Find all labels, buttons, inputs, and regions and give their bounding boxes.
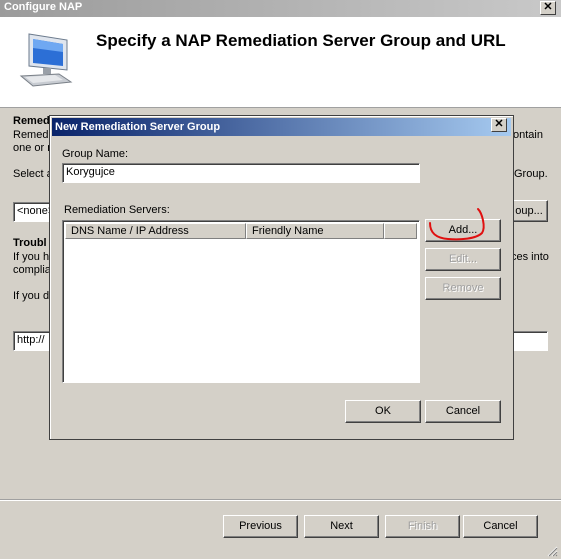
dialog-cancel-button[interactable]: Cancel <box>425 400 501 423</box>
section-heading-troubleshooting: Troubl <box>13 237 47 249</box>
resize-grip-icon[interactable] <box>546 545 558 557</box>
previous-button-label: Previous <box>239 520 282 532</box>
remove-button-label: Remove <box>442 282 484 294</box>
section-text-line: one or n <box>13 142 54 154</box>
section-text-line-tail: ces into <box>511 251 549 263</box>
edit-server-button[interactable]: Edit... <box>425 248 501 271</box>
annotation-circle-icon <box>424 205 488 245</box>
new-group-button-label: oup... <box>515 205 543 217</box>
monitor-icon <box>15 30 77 92</box>
section-text-line: Remedi <box>13 129 51 141</box>
next-button-label: Next <box>330 520 353 532</box>
group-name-input[interactable]: Korygujce <box>62 163 420 183</box>
page-title: Specify a NAP Remediation Server Group a… <box>96 31 506 50</box>
footer-divider <box>0 499 561 501</box>
finish-button[interactable]: Finish <box>385 515 460 538</box>
troubleshooting-url-input[interactable]: http:// <box>13 331 51 351</box>
previous-button[interactable]: Previous <box>223 515 298 538</box>
url-value: http:// <box>17 334 45 346</box>
finish-button-label: Finish <box>407 520 438 532</box>
dialog-titlebar: New Remediation Server Group <box>52 118 511 136</box>
group-name-value: Korygujce <box>66 166 115 178</box>
group-select[interactable]: <none> <box>13 202 54 222</box>
new-remediation-group-dialog: New Remediation Server Group ✕ Group Nam… <box>49 115 514 440</box>
select-prompt-tail: Group. <box>514 168 548 180</box>
dialog-close-button[interactable]: ✕ <box>491 118 507 132</box>
window-titlebar: Configure NAP <box>0 0 561 17</box>
dialog-title: New Remediation Server Group <box>55 121 221 133</box>
dialog-cancel-button-label: Cancel <box>445 405 481 417</box>
section-text-line-tail: ontain <box>513 129 543 141</box>
window-close-button[interactable]: ✕ <box>540 1 556 15</box>
select-prompt: Select a <box>13 168 53 180</box>
remediation-servers-list[interactable]: DNS Name / IP Address Friendly Name <box>62 220 420 383</box>
close-icon: ✕ <box>494 118 504 130</box>
next-button[interactable]: Next <box>304 515 379 538</box>
edit-button-label: Edit... <box>448 253 478 265</box>
group-name-label: Group Name: <box>62 148 129 160</box>
window-title: Configure NAP <box>4 1 83 13</box>
troubleshooting-url-input-tail <box>510 331 548 351</box>
remove-server-button[interactable]: Remove <box>425 277 501 300</box>
close-icon: ✕ <box>543 1 553 13</box>
column-header-dns-name[interactable]: DNS Name / IP Address <box>65 223 246 239</box>
cancel-button[interactable]: Cancel <box>463 515 538 538</box>
column-header-friendly-name[interactable]: Friendly Name <box>246 223 384 239</box>
ok-button-label: OK <box>375 405 391 417</box>
column-header-filler <box>384 223 417 239</box>
cancel-button-label: Cancel <box>483 520 518 532</box>
ok-button[interactable]: OK <box>345 400 421 423</box>
section-heading-remediation: Remed <box>13 115 50 127</box>
remediation-servers-label: Remediation Servers: <box>64 204 170 216</box>
column-header-label: Friendly Name <box>252 225 324 237</box>
column-header-label: DNS Name / IP Address <box>71 225 189 237</box>
new-group-button[interactable]: oup... <box>510 200 548 222</box>
section-text-line: complia <box>13 264 51 276</box>
section-text-line: If you d <box>13 290 50 302</box>
